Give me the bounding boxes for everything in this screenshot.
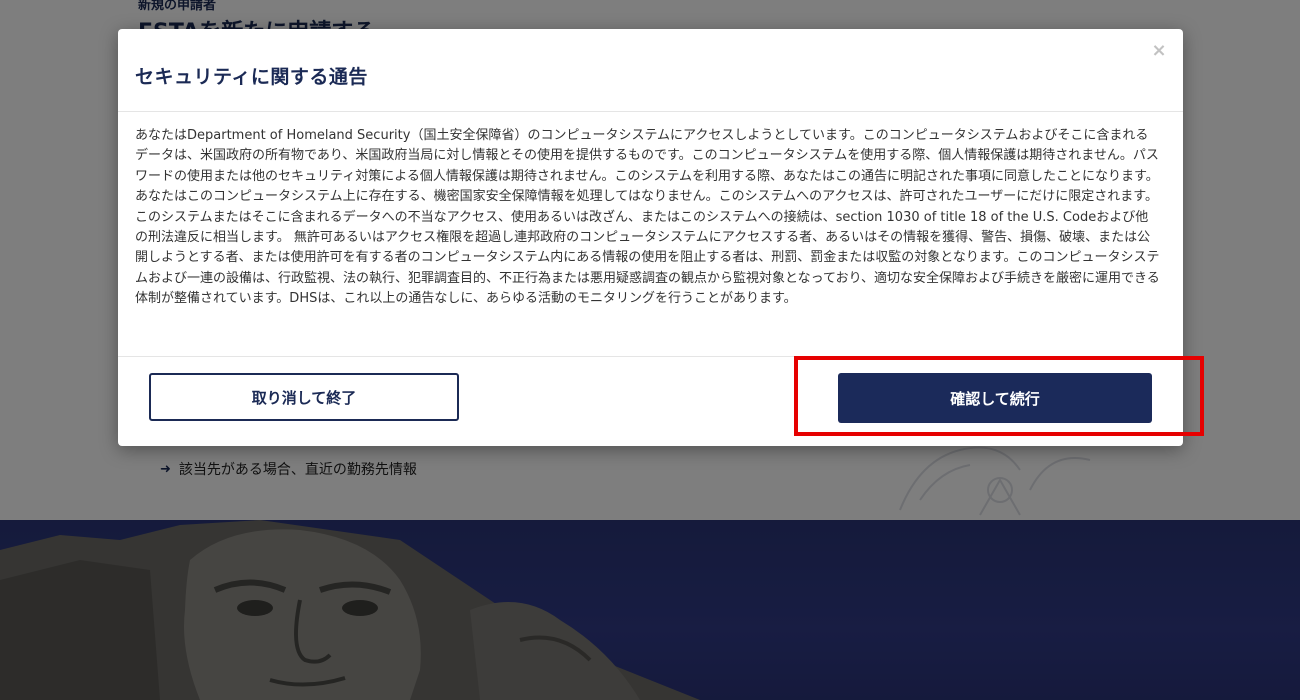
security-notice-text: あなたはDepartment of Homeland Security（国土安全… — [135, 128, 1160, 307]
dialog-header: セキュリティに関する通告 × — [118, 29, 1183, 112]
security-notice-dialog: セキュリティに関する通告 × あなたはDepartment of Homelan… — [118, 29, 1183, 446]
dialog-title: セキュリティに関する通告 — [135, 66, 368, 88]
dialog-footer: 取り消して終了 確認して続行 — [118, 356, 1183, 447]
page: 新規の申請者 ESTAを新たに申請する ➜ 該当先がある場合、直近の勤務先情報 — [0, 0, 1300, 700]
cancel-and-exit-button[interactable]: 取り消して終了 — [149, 373, 459, 421]
close-icon[interactable]: × — [1149, 41, 1169, 61]
confirm-and-continue-button[interactable]: 確認して続行 — [838, 373, 1152, 423]
